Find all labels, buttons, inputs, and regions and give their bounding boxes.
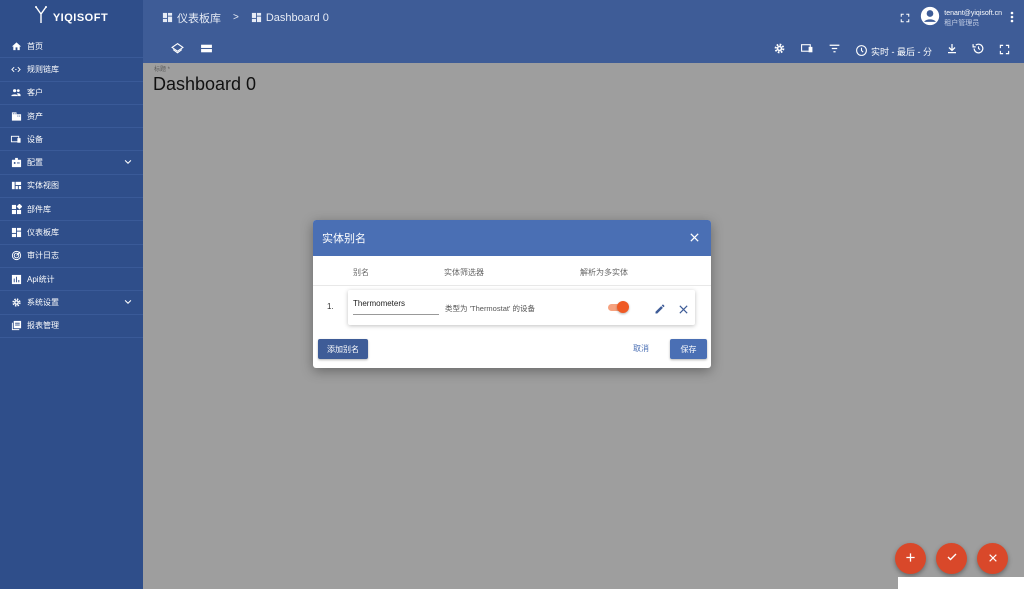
sidebar-item-home[interactable]: 首页 [0,35,143,59]
save-button[interactable]: 保存 [670,339,707,359]
sidebar-item-label: 配置 [27,158,43,168]
history-icon[interactable] [972,42,985,60]
account-circle-icon[interactable] [920,6,940,31]
gear-icon[interactable] [773,42,786,60]
top-header: 仪表板库 > Dashboard 0 tenant@yiqisoft.cn 租户… [143,0,1024,35]
chevron-down-icon[interactable] [123,297,133,309]
sidebar-item-label: Api统计 [27,274,55,284]
layout-icon[interactable] [200,42,213,60]
code-icon [10,63,22,75]
sidebar-item-label: 规则链库 [27,64,59,74]
title-field[interactable]: Dashboard 0 [153,74,256,95]
table-header: 别名 实体筛选器 解析为多实体 [313,256,711,286]
logo-icon [34,6,47,29]
dashboards-icon [251,12,262,23]
table-row: 1. Thermometers 类型为 'Thermostat' 的设备 [313,288,711,326]
chevron-down-icon[interactable] [123,157,133,169]
sidebar-item-label: 报表管理 [27,321,59,331]
sidebar-item-system-settings[interactable]: 系统设置 [0,291,143,315]
sidebar: YIQISOFT 首页 规则链库 客户 资产 设备 配置 实体视图 部件库 仪表… [0,0,143,589]
sidebar-item-customers[interactable]: 客户 [0,82,143,105]
widgets-icon [10,203,22,215]
sidebar-item-label: 系统设置 [27,297,59,307]
edit-icon[interactable] [654,302,666,320]
layers-icon[interactable] [171,42,184,60]
column-filter: 实体筛选器 [444,268,484,277]
alias-row-card: Thermometers 类型为 'Thermostat' 的设备 [348,290,695,325]
sidebar-item-reports[interactable]: 报表管理 [0,315,143,338]
column-alias: 别名 [353,268,369,277]
people-icon [10,87,22,99]
settings-icon [10,296,22,308]
column-resolve-multiple: 解析为多实体 [580,268,628,277]
sidebar-item-entity-views[interactable]: 实体视图 [0,175,143,199]
fullscreen-icon[interactable] [999,42,1010,60]
sidebar-item-label: 实体视图 [27,181,59,191]
insert-chart-icon [10,273,22,285]
home-icon [10,40,22,52]
check-icon [946,550,958,568]
clock-icon [855,44,868,59]
user-email: tenant@yiqisoft.cn [944,9,1002,17]
more-vert-icon[interactable] [1010,10,1014,28]
dashboard-toolbar: 实时 - 最后 - 分 [143,35,1024,63]
user-info[interactable]: tenant@yiqisoft.cn 租户管理员 [944,9,1002,29]
sidebar-item-rule-chains[interactable]: 规则链库 [0,58,143,82]
close-icon[interactable] [678,302,689,320]
sidebar-item-assets[interactable]: 资产 [0,105,143,129]
filter-description: 类型为 'Thermostat' 的设备 [445,304,535,313]
dashboards-icon [10,227,22,239]
library-books-icon [10,320,22,332]
logo-text: YIQISOFT [52,11,109,24]
bottom-edge-strip [898,577,1024,589]
sidebar-item-api-stats[interactable]: Api统计 [0,268,143,292]
badge-icon [10,157,22,169]
fullscreen-icon[interactable] [900,10,910,28]
breadcrumb-separator: > [233,12,239,23]
sidebar-item-config[interactable]: 配置 [0,151,143,175]
breadcrumb-current: Dashboard 0 [265,11,329,24]
dialog-header: 实体别名 [313,220,711,256]
close-icon [988,550,998,568]
time-window-label: 实时 - 最后 - 分 [871,46,932,57]
sidebar-item-dashboards[interactable]: 仪表板库 [0,221,143,245]
devices-icon [10,133,22,145]
title-field-label: 标题 * [154,67,171,73]
sidebar-item-devices[interactable]: 设备 [0,128,143,152]
resolve-multiple-toggle[interactable] [607,301,629,313]
sidebar-item-widgets[interactable]: 部件库 [0,198,143,222]
devices-icon[interactable] [800,42,814,60]
decline-changes-button[interactable] [977,543,1008,574]
domain-icon [10,110,22,122]
time-window-button[interactable]: 实时 - 最后 - 分 [855,44,932,59]
sidebar-item-label: 仪表板库 [27,228,59,238]
cancel-button[interactable]: 取消 [633,343,649,354]
entity-aliases-dialog: 实体别名 别名 实体筛选器 解析为多实体 1. Thermometers 类型为… [313,220,711,368]
close-icon[interactable] [689,232,700,246]
sidebar-item-label: 审计日志 [27,251,59,261]
user-role: 租户管理员 [944,19,980,27]
sidebar-item-label: 部件库 [27,204,51,214]
add-widget-button[interactable] [895,543,926,574]
breadcrumb-parent-link[interactable]: 仪表板库 [177,10,221,26]
track-changes-icon [10,250,22,262]
add-alias-button[interactable]: 添加别名 [318,339,368,359]
sidebar-item-label: 首页 [27,41,43,51]
dialog-title: 实体别名 [322,233,366,245]
alias-input[interactable]: Thermometers [353,299,439,315]
plus-icon [905,550,916,568]
download-icon[interactable] [946,42,958,60]
view-quilt-icon [10,180,22,192]
logo[interactable]: YIQISOFT [0,0,143,35]
apply-changes-button[interactable] [936,543,967,574]
breadcrumb: 仪表板库 > Dashboard 0 [162,10,329,26]
sidebar-item-audit-logs[interactable]: 审计日志 [0,245,143,268]
user-menu: tenant@yiqisoft.cn 租户管理员 [900,6,1014,31]
dashboards-icon [162,12,173,23]
row-index: 1. [327,302,334,311]
sidebar-item-label: 资产 [27,111,43,121]
filter-icon[interactable] [828,42,841,60]
sidebar-item-label: 客户 [27,88,43,98]
sidebar-item-label: 设备 [27,134,43,144]
